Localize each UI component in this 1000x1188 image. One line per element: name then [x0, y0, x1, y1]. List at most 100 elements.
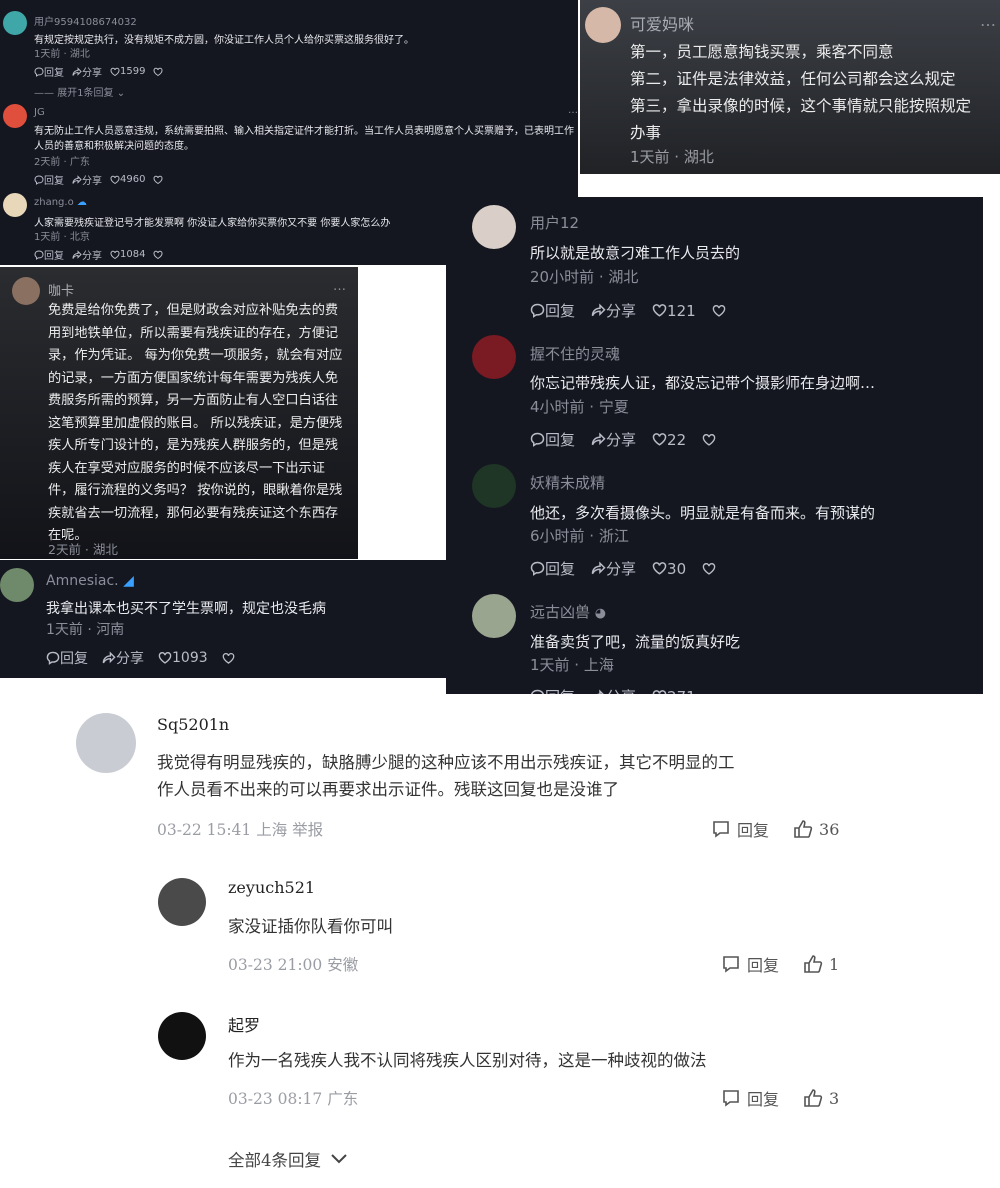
comment-meta: 03-23 21:00 安徽 — [228, 956, 359, 974]
username[interactable]: 起罗 — [228, 1012, 260, 1036]
share-button[interactable]: 分享 — [591, 300, 636, 321]
report-link[interactable]: 举报 — [292, 821, 323, 839]
username[interactable]: 妖精未成精 — [530, 472, 605, 493]
reply-button[interactable]: 回复 — [530, 429, 575, 450]
comment-panel-4: Amnesiac. ◢ 我拿出课本也买不了学生票啊，规定也没毛病 1天前 · 河… — [0, 560, 446, 678]
avatar[interactable] — [472, 205, 516, 249]
show-all-replies-button[interactable]: 全部4条回复 — [228, 1147, 347, 1171]
broken-heart-icon — [153, 250, 163, 259]
like-button[interactable]: 1599 — [110, 66, 145, 77]
comment-text: 我拿出课本也买不了学生票啊，规定也没毛病 — [46, 601, 326, 617]
thumbs-up-icon — [804, 955, 823, 973]
avatar[interactable] — [158, 1012, 206, 1060]
reply-button[interactable]: 回复 — [530, 558, 575, 579]
username[interactable]: zhang.o ☁ — [34, 197, 87, 208]
avatar[interactable] — [472, 335, 516, 379]
avatar[interactable] — [3, 11, 27, 35]
dislike-button[interactable] — [702, 433, 716, 447]
avatar[interactable] — [472, 464, 516, 508]
username[interactable]: 远古凶兽 ◕ — [530, 601, 606, 622]
reply-button[interactable]: 回复 — [46, 648, 88, 668]
reply-button[interactable]: 回复 — [721, 1086, 779, 1110]
share-icon — [72, 249, 82, 259]
username[interactable]: Amnesiac. ◢ — [46, 573, 134, 589]
username[interactable]: 握不住的灵魂 — [530, 343, 620, 364]
dislike-button[interactable] — [153, 250, 163, 260]
comment-meta: 1天前 · 北京 — [34, 232, 90, 243]
comment-meta: 2天前 · 湖北 — [48, 542, 118, 557]
reply-button[interactable]: 回复 — [34, 247, 64, 262]
share-icon — [72, 66, 82, 76]
dislike-button[interactable] — [153, 67, 163, 77]
heart-icon — [110, 67, 120, 76]
reply-button[interactable]: 回复 — [711, 817, 769, 841]
comment-text: 第一，员工愿意掏钱买票，乘客不同意 第二，证件是法律效益，任何公司都会这么规定 … — [630, 43, 972, 142]
reply-icon — [723, 956, 739, 973]
avatar[interactable] — [585, 7, 621, 43]
more-options-icon[interactable]: … — [568, 105, 578, 116]
share-button[interactable]: 分享 — [591, 429, 636, 450]
comment-meta: 4小时前 · 宁夏 — [530, 398, 629, 416]
reply-icon — [530, 561, 545, 576]
reply-icon — [34, 249, 44, 260]
chevron-down-icon — [331, 1154, 347, 1164]
share-button[interactable]: 分享 — [102, 648, 144, 668]
like-button[interactable]: 30 — [652, 560, 686, 578]
dislike-button[interactable] — [702, 562, 716, 576]
avatar[interactable] — [0, 568, 34, 602]
like-button[interactable]: 22 — [652, 431, 686, 449]
username[interactable]: 咖卡 — [48, 280, 74, 299]
dislike-button[interactable] — [153, 175, 163, 185]
avatar[interactable] — [12, 277, 40, 305]
dislike-button[interactable] — [712, 304, 726, 318]
username[interactable]: 用户9594108674032 — [34, 13, 137, 28]
heart-icon — [158, 652, 172, 664]
like-button[interactable]: 4960 — [110, 174, 145, 185]
expand-replies-button[interactable]: —— 展开1条回复 ⌄ — [34, 84, 125, 99]
share-button[interactable]: 分享 — [72, 172, 102, 187]
reply-icon — [530, 432, 545, 447]
dislike-button[interactable] — [222, 652, 235, 665]
username[interactable]: Sq5201n — [157, 715, 229, 734]
action-bar: 回复 分享 121 — [530, 300, 726, 321]
reply-button[interactable]: 回复 — [34, 172, 64, 187]
comment-text: 我觉得有明显残疾的，缺胳膊少腿的这种应该不用出示残疾证，其它不明显的工 作人员看… — [157, 753, 735, 799]
comment-meta: 03-22 15:41 上海 举报 — [157, 821, 324, 839]
like-button[interactable]: 36 — [793, 819, 839, 839]
reply-button[interactable]: 回复 — [34, 64, 64, 79]
share-button[interactable]: 分享 — [591, 558, 636, 579]
broken-heart-icon — [712, 304, 725, 317]
share-icon — [72, 174, 82, 184]
comment-meta: 1天前 · 湖北 — [630, 148, 714, 166]
action-bar: 回复 36 — [711, 817, 839, 841]
comment-text: 人家需要残疾证登记号才能发票啊 你没证人家给你买票你又不要 你要人家怎么办 — [34, 218, 391, 229]
heart-icon — [652, 562, 667, 575]
avatar[interactable] — [76, 713, 136, 773]
avatar[interactable] — [472, 594, 516, 638]
username[interactable]: 用户12 — [530, 212, 579, 233]
like-button[interactable]: 1 — [803, 954, 839, 974]
action-bar: 回复 分享 1093 — [46, 648, 235, 668]
share-icon — [102, 651, 116, 664]
more-options-icon[interactable]: … — [980, 11, 996, 30]
avatar[interactable] — [3, 104, 27, 128]
avatar[interactable] — [3, 193, 27, 217]
share-button[interactable]: 分享 — [72, 64, 102, 79]
like-button[interactable]: 121 — [652, 302, 696, 320]
share-button[interactable]: 分享 — [72, 247, 102, 262]
avatar[interactable] — [158, 878, 206, 926]
like-button[interactable]: 1084 — [110, 249, 145, 260]
panda-badge-icon: ◕ — [594, 606, 607, 621]
heart-icon — [110, 175, 120, 184]
username[interactable]: zeyuch521 — [228, 878, 315, 897]
like-button[interactable]: 3 — [803, 1088, 839, 1108]
username[interactable]: JG — [34, 107, 45, 118]
action-bar: 回复 分享 30 — [530, 558, 716, 579]
username[interactable]: 可爱妈咪 — [630, 11, 694, 35]
reply-button[interactable]: 回复 — [530, 300, 575, 321]
like-button[interactable]: 1093 — [158, 650, 208, 666]
action-bar: 回复 分享 1599 — [34, 64, 163, 79]
comment-meta: 1天前 · 上海 — [530, 656, 614, 674]
reply-button[interactable]: 回复 — [721, 952, 779, 976]
more-options-icon[interactable]: … — [333, 279, 346, 294]
